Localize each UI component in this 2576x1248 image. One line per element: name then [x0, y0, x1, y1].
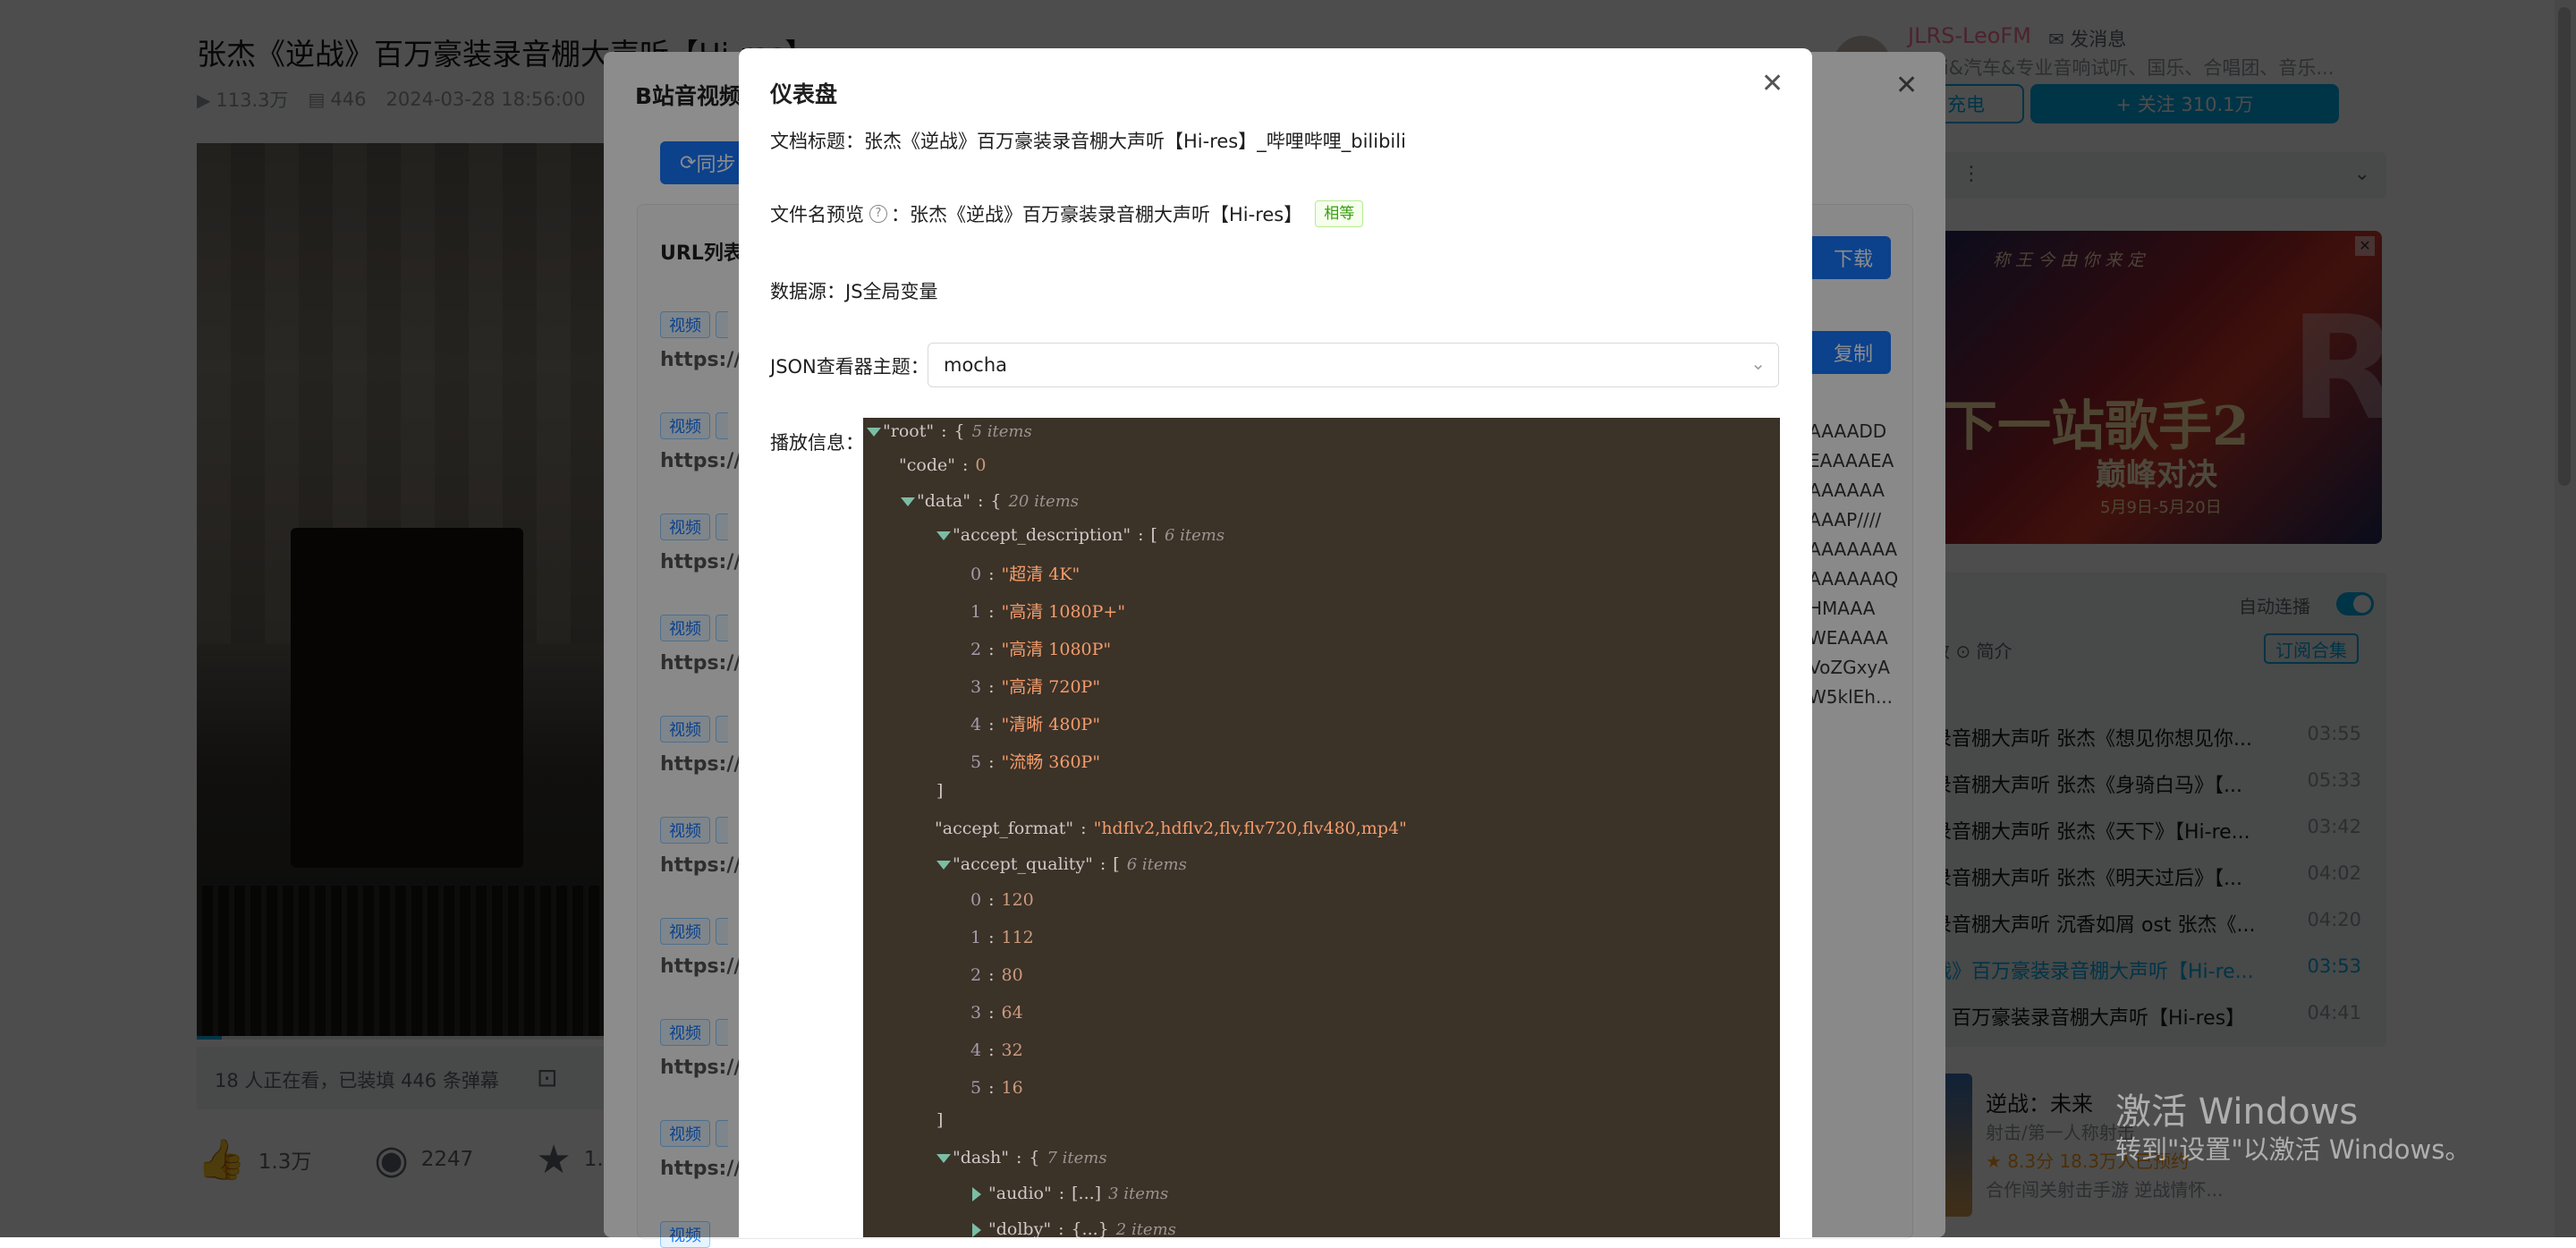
json-node-dash[interactable]: "dash":{7 items: [936, 1148, 1107, 1167]
json-array-item[interactable]: 0:120: [970, 890, 1034, 910]
json-array-item[interactable]: 4: "清晰 480P": [970, 711, 1100, 735]
doc-title-label: 文档标题：: [770, 131, 864, 152]
json-theme-value: mocha: [944, 354, 1008, 376]
json-array-item[interactable]: 2:80: [970, 965, 1023, 985]
windows-activation-subtitle: 转到"设置"以激活 Windows。: [2115, 1134, 2471, 1165]
equal-tag: 相等: [1315, 200, 1364, 227]
json-array-item[interactable]: 5:16: [970, 1078, 1023, 1098]
json-array-item[interactable]: 5: "流畅 360P": [970, 749, 1100, 773]
chevron-down-icon: ⌄: [1750, 352, 1766, 374]
filename-value: ：张杰《逆战》百万豪装录音棚大声听【Hi-res】: [891, 204, 1303, 225]
data-source-value: JS全局变量: [845, 281, 938, 302]
data-source-row: 数据源： JS全局变量: [770, 277, 938, 304]
collapse-triangle-icon[interactable]: [936, 531, 951, 540]
json-theme-label: JSON查看器主题：: [770, 356, 929, 378]
json-node-accept-quality[interactable]: "accept_quality":[6 items: [936, 854, 1187, 874]
doc-title-value: 张杰《逆战》百万豪装录音棚大声听【Hi-res】_哔哩哔哩_bilibili: [864, 131, 1406, 152]
windows-activation-title: 激活 Windows: [2115, 1091, 2359, 1133]
json-array-item[interactable]: 1:112: [970, 928, 1034, 947]
question-circle-icon[interactable]: ?: [869, 205, 887, 223]
expand-triangle-icon[interactable]: [972, 1187, 981, 1201]
json-array-item[interactable]: 2: "高清 1080P": [970, 636, 1111, 660]
collapse-triangle-icon[interactable]: [867, 428, 881, 437]
collapse-triangle-icon[interactable]: [936, 861, 951, 870]
json-array-item[interactable]: 4:32: [970, 1040, 1023, 1060]
json-node-accept-format[interactable]: "accept_format": "hdflv2,hdflv2,flv,flv72…: [935, 819, 1407, 838]
collapse-triangle-icon[interactable]: [936, 1154, 951, 1163]
json-node-accept-description[interactable]: "accept_description":[6 items: [936, 525, 1224, 545]
json-node-code[interactable]: "code":0: [899, 455, 986, 475]
json-array-item[interactable]: 0: "超清 4K": [970, 561, 1080, 585]
json-node-root[interactable]: "root":{5 items: [867, 421, 1032, 441]
collapse-triangle-icon[interactable]: [901, 497, 915, 506]
data-source-label: 数据源：: [770, 281, 845, 302]
json-array-item[interactable]: 3: "高清 720P": [970, 674, 1100, 698]
json-close-bracket: ]: [936, 1110, 944, 1130]
json-node-data[interactable]: "data":{20 items: [901, 491, 1079, 511]
json-viewer[interactable]: "root":{5 items "code":0 "data":{20 item…: [863, 418, 1780, 1237]
expand-triangle-icon[interactable]: [972, 1223, 981, 1237]
play-info-label: 播放信息：: [770, 432, 864, 454]
filename-preview-row: 文件名预览 ? ：张杰《逆战》百万豪装录音棚大声听【Hi-res】 相等: [770, 200, 1364, 227]
json-close-bracket: ]: [936, 781, 944, 801]
filename-label: 文件名预览: [770, 204, 864, 225]
close-icon[interactable]: ✕: [1761, 68, 1784, 99]
json-theme-select[interactable]: mocha ⌄: [928, 343, 1779, 387]
doc-title-row: 文档标题： 张杰《逆战》百万豪装录音棚大声听【Hi-res】_哔哩哔哩_bili…: [770, 127, 1406, 154]
json-array-item[interactable]: 1: "高清 1080P+": [970, 599, 1125, 623]
json-node-audio[interactable]: "audio": [...] 3 items: [972, 1184, 1168, 1203]
json-array-item[interactable]: 3:64: [970, 1003, 1023, 1023]
dashboard-title: 仪表盘: [770, 81, 838, 107]
json-node-dolby[interactable]: "dolby": {...} 2 items: [972, 1219, 1176, 1237]
